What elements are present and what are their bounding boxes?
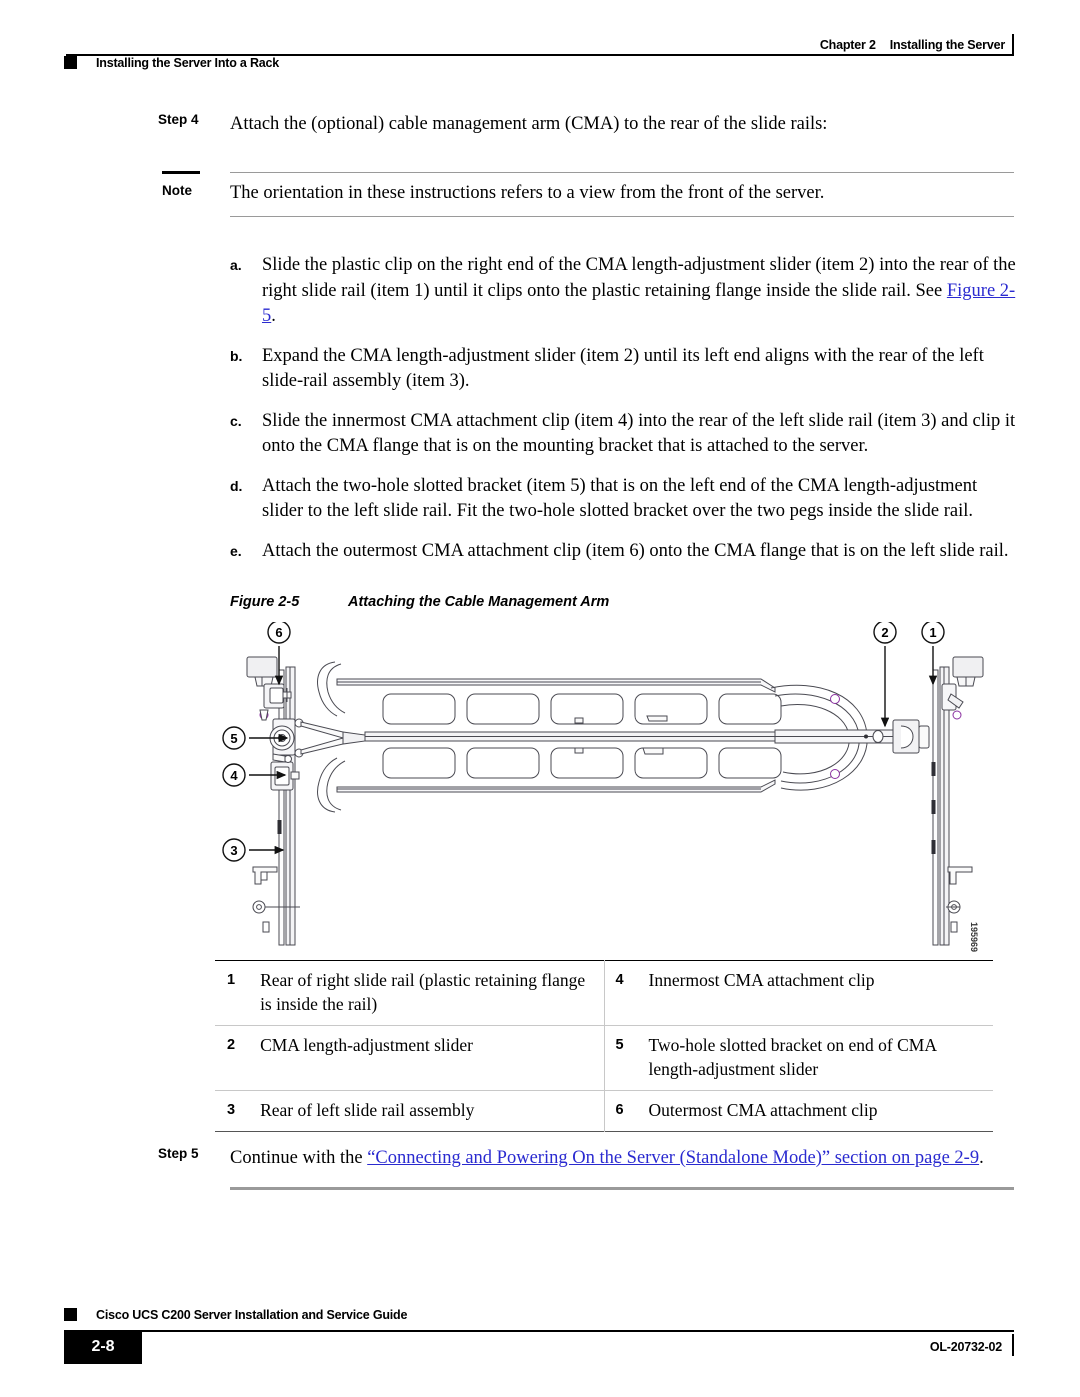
footer-page-number: 2-8 xyxy=(91,1338,115,1355)
step-5-label: Step 5 xyxy=(158,1146,199,1161)
step-4-label: Step 4 xyxy=(158,112,199,127)
step-4-row: Step 4 Attach the (optional) cable manag… xyxy=(0,112,1080,137)
legend-description: Rear of right slide rail (plastic retain… xyxy=(252,960,606,1026)
substep-a: a. Slide the plastic clip on the right en… xyxy=(230,253,1022,330)
table-row: 1 Rear of right slide rail (plastic reta… xyxy=(215,960,993,1026)
header-chapter-number: Chapter 2 xyxy=(819,38,876,52)
substep-c-text: Slide the innermost CMA attachment clip … xyxy=(262,410,1016,457)
legend-number: 3 xyxy=(227,1102,236,1118)
legend-number: 2 xyxy=(227,1037,236,1053)
legend-number: 1 xyxy=(227,972,236,988)
note-top-tick xyxy=(162,171,200,174)
note-block: Note The orientation in these instructio… xyxy=(0,171,1080,227)
table-row: 2 CMA length-adjustment slider 5 Two-hol… xyxy=(215,1025,993,1091)
step-5-row: Step 5 Continue with the “Connecting and… xyxy=(0,1146,1080,1171)
substep-a-text-tail: . xyxy=(271,306,276,326)
legend-description: Innermost CMA attachment clip xyxy=(648,970,875,990)
figure-callout-4-label: 4 xyxy=(230,768,238,783)
footer-edge-tick xyxy=(1012,1334,1014,1356)
page-header: Chapter 2 Installing the Server Installin… xyxy=(0,0,1080,90)
figure-caption-title: Attaching the Cable Management Arm xyxy=(348,594,610,610)
legend-number: 6 xyxy=(615,1102,624,1118)
footer-document-id: OL-20732-02 xyxy=(929,1340,1002,1354)
header-chapter-info: Chapter 2 Installing the Server xyxy=(820,38,1005,52)
step-4-text: Attach the (optional) cable management a… xyxy=(230,114,828,134)
figure-art-id: 195969 xyxy=(969,922,979,952)
legend-number: 5 xyxy=(615,1037,624,1053)
substep-d-letter: d. xyxy=(230,477,243,494)
substep-b-letter: b. xyxy=(230,347,243,364)
header-edge-tick xyxy=(1012,34,1014,56)
footer-bullet-square-icon xyxy=(64,1308,77,1321)
substep-a-text: Slide the plastic clip on the right end … xyxy=(262,255,1016,301)
note-text: The orientation in these instructions re… xyxy=(230,183,825,203)
figure-callout-2-label: 2 xyxy=(881,625,888,640)
note-label: Note xyxy=(162,183,192,198)
step-5-bottom-rule xyxy=(230,1187,1014,1190)
substep-d-text: Attach the two-hole slotted bracket (ite… xyxy=(262,475,978,522)
step-5-block: Step 5 Continue with the “Connecting and… xyxy=(0,1146,1080,1190)
footer-guide-title: Cisco UCS C200 Server Installation and S… xyxy=(96,1308,408,1322)
figure-callout-1-label: 1 xyxy=(929,625,936,640)
legend-number: 4 xyxy=(615,972,624,988)
substep-a-letter: a. xyxy=(230,257,242,273)
step-5-text-lead: Continue with the xyxy=(230,1148,368,1168)
note-rule-bottom xyxy=(230,216,1014,217)
header-bullet-square-icon xyxy=(64,56,77,69)
header-section-title: Installing the Server Into a Rack xyxy=(96,56,280,70)
figure-callout-3-label: 3 xyxy=(230,843,237,858)
legend-description: CMA length-adjustment slider xyxy=(252,1025,606,1091)
substep-c: c. Slide the innermost CMA attachment cli… xyxy=(230,409,1022,460)
substep-d: d. Attach the two-hole slotted bracket (i… xyxy=(230,474,1022,525)
legend-description: Outermost CMA attachment clip xyxy=(648,1100,878,1120)
substep-c-letter: c. xyxy=(230,412,242,429)
table-row: 3 Rear of left slide rail assembly 6 Out… xyxy=(215,1090,993,1132)
figure-illustration: 6 5 4 3 2 1 195969 xyxy=(215,622,1005,952)
substep-b-text: Expand the CMA length-adjustment slider … xyxy=(262,345,984,392)
substep-e-text: Attach the outermost CMA attachment clip… xyxy=(262,540,1009,561)
legend-description: Two-hole slotted bracket on end of CMA l… xyxy=(648,1035,937,1079)
figure-legend-table: 1 Rear of right slide rail (plastic reta… xyxy=(215,960,993,1132)
substep-e-letter: e. xyxy=(230,542,242,559)
legend-description: Rear of left slide rail assembly xyxy=(252,1090,606,1132)
figure-caption: Figure 2-5 Attaching the Cable Management… xyxy=(0,594,1080,610)
header-chapter-title: Installing the Server xyxy=(889,38,1005,52)
figure-caption-number: Figure 2-5 xyxy=(230,594,300,610)
document-page: Chapter 2 Installing the Server Installin… xyxy=(0,0,1080,1397)
note-rule-top xyxy=(230,172,1014,173)
page-content: Step 4 Attach the (optional) cable manag… xyxy=(0,112,1080,1190)
connecting-powering-section-link[interactable]: “Connecting and Powering On the Server (… xyxy=(367,1148,979,1168)
substep-b: b. Expand the CMA length-adjustment slide… xyxy=(230,344,1022,395)
substep-list: a. Slide the plastic clip on the right en… xyxy=(0,253,1080,564)
step-5-text-tail: . xyxy=(979,1148,984,1168)
footer-rule xyxy=(66,1330,1014,1332)
figure-callout-6-label: 6 xyxy=(275,625,282,640)
substep-e: e. Attach the outermost CMA attachment cl… xyxy=(230,539,1022,565)
step-5-text: Continue with the “Connecting and Poweri… xyxy=(230,1146,1020,1171)
figure-callout-5-label: 5 xyxy=(230,731,237,746)
